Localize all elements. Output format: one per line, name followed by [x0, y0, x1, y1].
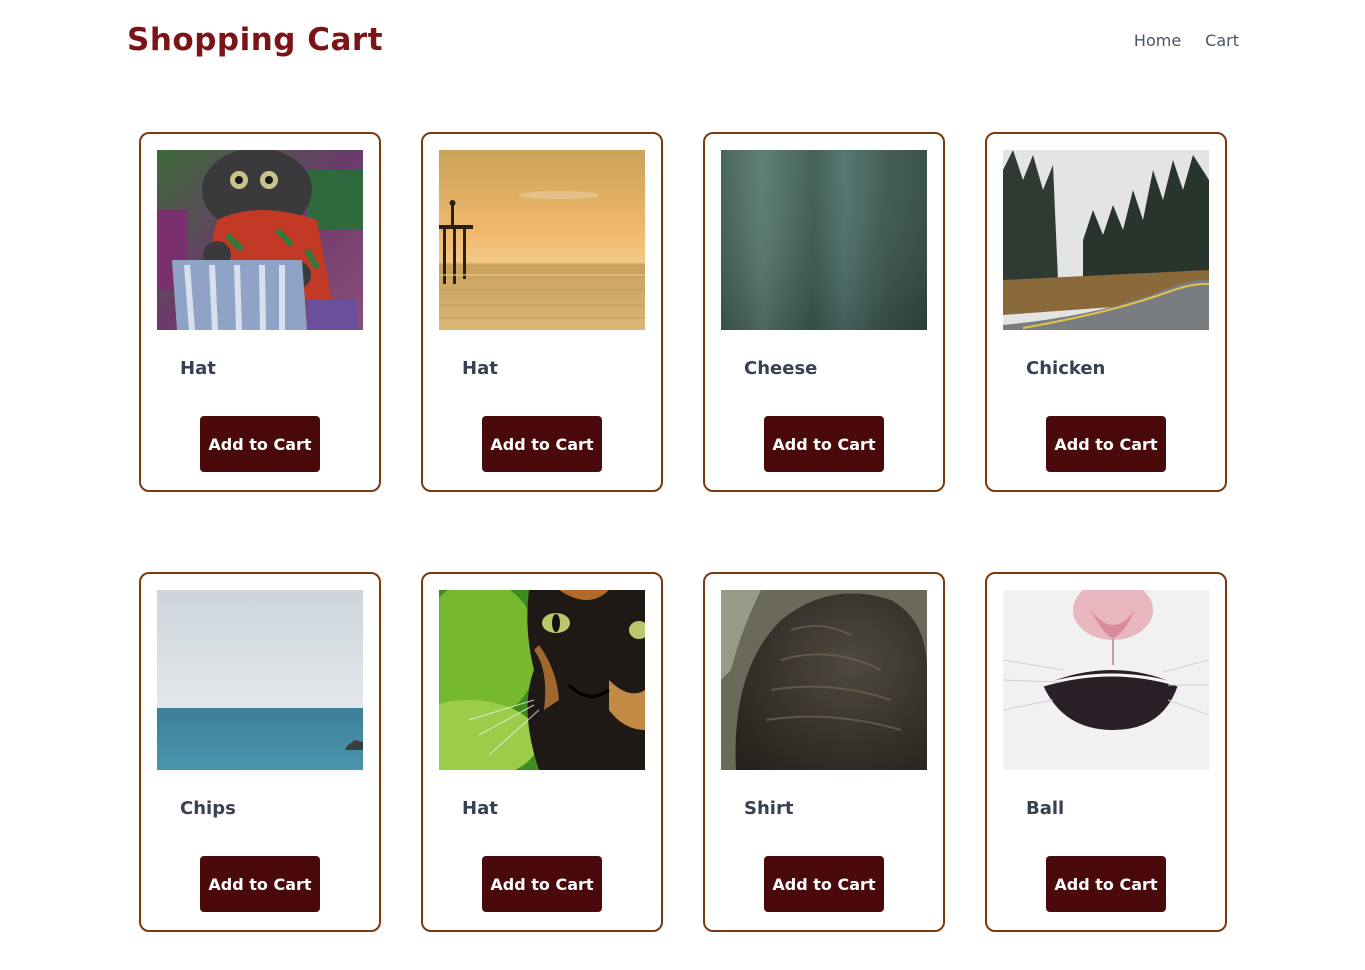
product-card: Chicken Add to Cart [985, 132, 1227, 492]
product-card: Hat Add to Cart [421, 132, 663, 492]
add-to-cart-button[interactable]: Add to Cart [200, 856, 320, 912]
product-image-cat-nose[interactable] [1003, 590, 1209, 770]
product-name: Hat [462, 798, 498, 819]
product-image-forest-road[interactable] [1003, 150, 1209, 330]
header: Shopping Cart Home Cart [0, 0, 1365, 90]
add-to-cart-button[interactable]: Add to Cart [482, 416, 602, 472]
product-name: Hat [180, 358, 216, 379]
product-image-sea-horizon[interactable] [157, 590, 363, 770]
product-name: Ball [1026, 798, 1065, 819]
product-name: Chips [180, 798, 236, 819]
product-image-painted-cat[interactable] [157, 150, 363, 330]
add-to-cart-button[interactable]: Add to Cart [200, 416, 320, 472]
add-to-cart-button[interactable]: Add to Cart [764, 416, 884, 472]
product-card: Hat Add to Cart [421, 572, 663, 932]
product-card: Ball Add to Cart [985, 572, 1227, 932]
site-title: Shopping Cart [127, 22, 384, 58]
product-card: Hat Add to Cart [139, 132, 381, 492]
nav-cart-link[interactable]: Cart [1205, 31, 1239, 50]
product-grid: Hat Add to Cart Hat Add to Cart Cheese A… [139, 132, 1227, 932]
product-card: Cheese Add to Cart [703, 132, 945, 492]
product-image-blurred-green[interactable] [721, 150, 927, 330]
product-image-sunset-pier[interactable] [439, 150, 645, 330]
top-nav: Home Cart [1134, 31, 1239, 50]
product-image-tortoiseshell-cat[interactable] [439, 590, 645, 770]
product-name: Hat [462, 358, 498, 379]
product-name: Shirt [744, 798, 794, 819]
add-to-cart-button[interactable]: Add to Cart [482, 856, 602, 912]
add-to-cart-button[interactable]: Add to Cart [764, 856, 884, 912]
product-image-cat-fur[interactable] [721, 590, 927, 770]
add-to-cart-button[interactable]: Add to Cart [1046, 416, 1166, 472]
product-card: Shirt Add to Cart [703, 572, 945, 932]
add-to-cart-button[interactable]: Add to Cart [1046, 856, 1166, 912]
product-card: Chips Add to Cart [139, 572, 381, 932]
product-name: Chicken [1026, 358, 1106, 379]
nav-home-link[interactable]: Home [1134, 31, 1181, 50]
product-name: Cheese [744, 358, 818, 379]
